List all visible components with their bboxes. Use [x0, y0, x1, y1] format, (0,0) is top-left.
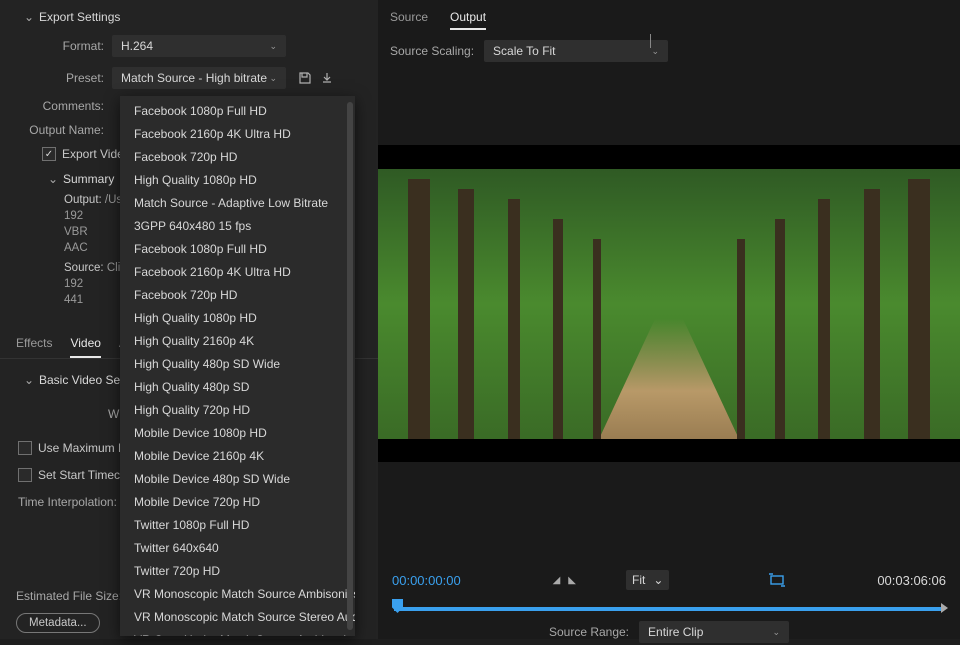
preset-option[interactable]: Mobile Device 720p HD — [120, 491, 355, 514]
save-preset-icon[interactable] — [296, 69, 314, 87]
preset-option[interactable]: Twitter 640x640 — [120, 537, 355, 560]
chevron-down-icon: ⌄ — [653, 573, 663, 587]
zoom-fit-select[interactable]: Fit ⌄ — [626, 570, 669, 590]
preset-option[interactable]: VR Over-Under Match Source Ambisonics — [120, 629, 355, 636]
timecode-in[interactable]: 00:00:00:00 — [392, 573, 461, 588]
import-preset-icon[interactable] — [318, 69, 336, 87]
preset-option[interactable]: Match Source - Adaptive Low Bitrate — [120, 192, 355, 215]
export-settings-header[interactable]: ⌄ Export Settings — [0, 8, 378, 30]
chevron-down-icon: ⌄ — [48, 172, 57, 186]
source-scaling-value: Scale To Fit — [493, 41, 555, 61]
preset-dropdown-list[interactable]: Facebook 1080p Full HDFacebook 2160p 4K … — [120, 96, 355, 636]
preset-option[interactable]: Facebook 1080p Full HD — [120, 238, 355, 261]
step-back-icon[interactable]: ◢ — [553, 575, 561, 586]
preset-option[interactable]: Mobile Device 1080p HD — [120, 422, 355, 445]
preset-option[interactable]: Twitter 720p HD — [120, 560, 355, 583]
preset-option[interactable]: Mobile Device 480p SD Wide — [120, 468, 355, 491]
preset-option[interactable]: High Quality 1080p HD — [120, 307, 355, 330]
preset-option[interactable]: 3GPP 640x480 15 fps — [120, 215, 355, 238]
preset-option[interactable]: Facebook 2160p 4K Ultra HD — [120, 123, 355, 146]
comments-label: Comments: — [0, 99, 112, 113]
chevron-down-icon: ⌄ — [652, 41, 660, 61]
format-label: Format: — [0, 39, 112, 53]
preset-option[interactable]: Twitter 1080p Full HD — [120, 514, 355, 537]
source-range-label: Source Range: — [549, 625, 629, 639]
source-scaling-label: Source Scaling: — [390, 44, 474, 58]
chevron-down-icon: ⌄ — [269, 68, 277, 88]
source-scaling-select[interactable]: Scale To Fit ⌄ — [484, 40, 668, 62]
step-fwd-icon[interactable]: ◣ — [568, 575, 576, 586]
preset-option[interactable]: High Quality 720p HD — [120, 399, 355, 422]
timeline-track — [394, 607, 944, 611]
preset-option[interactable]: Facebook 720p HD — [120, 284, 355, 307]
output-name-label: Output Name: — [0, 123, 112, 137]
estimated-size-label: Estimated File Size: — [16, 589, 122, 603]
basic-video-settings-title: Basic Video Setti — [39, 373, 130, 387]
export-settings-title: Export Settings — [39, 10, 120, 24]
preset-option[interactable]: Mobile Device 2160p 4K — [120, 445, 355, 468]
metadata-button[interactable]: Metadata... — [16, 613, 100, 633]
set-start-timecode-checkbox[interactable] — [18, 468, 32, 482]
transport-bar: 00:00:00:00 ◢ ◣ Fit ⌄ 00:03:06:06 Source… — [378, 561, 960, 639]
chevron-down-icon: ⌄ — [24, 10, 33, 24]
preview-image — [378, 169, 960, 439]
chevron-down-icon: ⌄ — [772, 622, 780, 642]
format-value: H.264 — [121, 36, 153, 56]
format-select[interactable]: H.264 ⌄ — [112, 35, 286, 57]
tab-source[interactable]: Source — [390, 6, 428, 30]
video-preview[interactable] — [378, 145, 960, 462]
preset-option[interactable]: VR Monoscopic Match Source Stereo Audio — [120, 606, 355, 629]
time-interp-label: Time Interpolation: — [18, 495, 125, 509]
chevron-down-icon: ⌄ — [269, 36, 277, 56]
preset-option[interactable]: High Quality 480p SD Wide — [120, 353, 355, 376]
timecode-out[interactable]: 00:03:06:06 — [877, 573, 946, 588]
tab-effects[interactable]: Effects — [16, 330, 52, 358]
tab-video[interactable]: Video — [70, 330, 100, 358]
preset-option[interactable]: Facebook 1080p Full HD — [120, 100, 355, 123]
preset-option[interactable]: High Quality 1080p HD — [120, 169, 355, 192]
summary-title: Summary — [63, 172, 114, 186]
preset-option[interactable]: Facebook 2160p 4K Ultra HD — [120, 261, 355, 284]
preset-option[interactable]: Facebook 720p HD — [120, 146, 355, 169]
preview-panel: Source Output Source Scaling: Scale To F… — [378, 0, 960, 639]
chevron-down-icon: ⌄ — [24, 373, 33, 387]
zoom-fit-value: Fit — [632, 573, 645, 587]
tab-output[interactable]: Output — [450, 6, 486, 30]
preset-select[interactable]: Match Source - High bitrate ⌄ — [112, 67, 286, 89]
text-cursor — [650, 34, 651, 48]
timeline-scrubber[interactable] — [392, 597, 946, 617]
source-range-value: Entire Clip — [648, 622, 703, 642]
preset-label: Preset: — [0, 71, 112, 85]
timeline-out-marker[interactable] — [941, 603, 948, 613]
export-video-checkbox[interactable]: ✓ — [42, 147, 56, 161]
preset-option[interactable]: High Quality 480p SD — [120, 376, 355, 399]
preset-value: Match Source - High bitrate — [121, 68, 267, 88]
preset-option[interactable]: VR Monoscopic Match Source Ambisonics — [120, 583, 355, 606]
preset-option[interactable]: High Quality 2160p 4K — [120, 330, 355, 353]
use-max-render-checkbox[interactable] — [18, 441, 32, 455]
source-range-select[interactable]: Entire Clip ⌄ — [639, 621, 789, 643]
crop-icon[interactable] — [769, 573, 785, 587]
